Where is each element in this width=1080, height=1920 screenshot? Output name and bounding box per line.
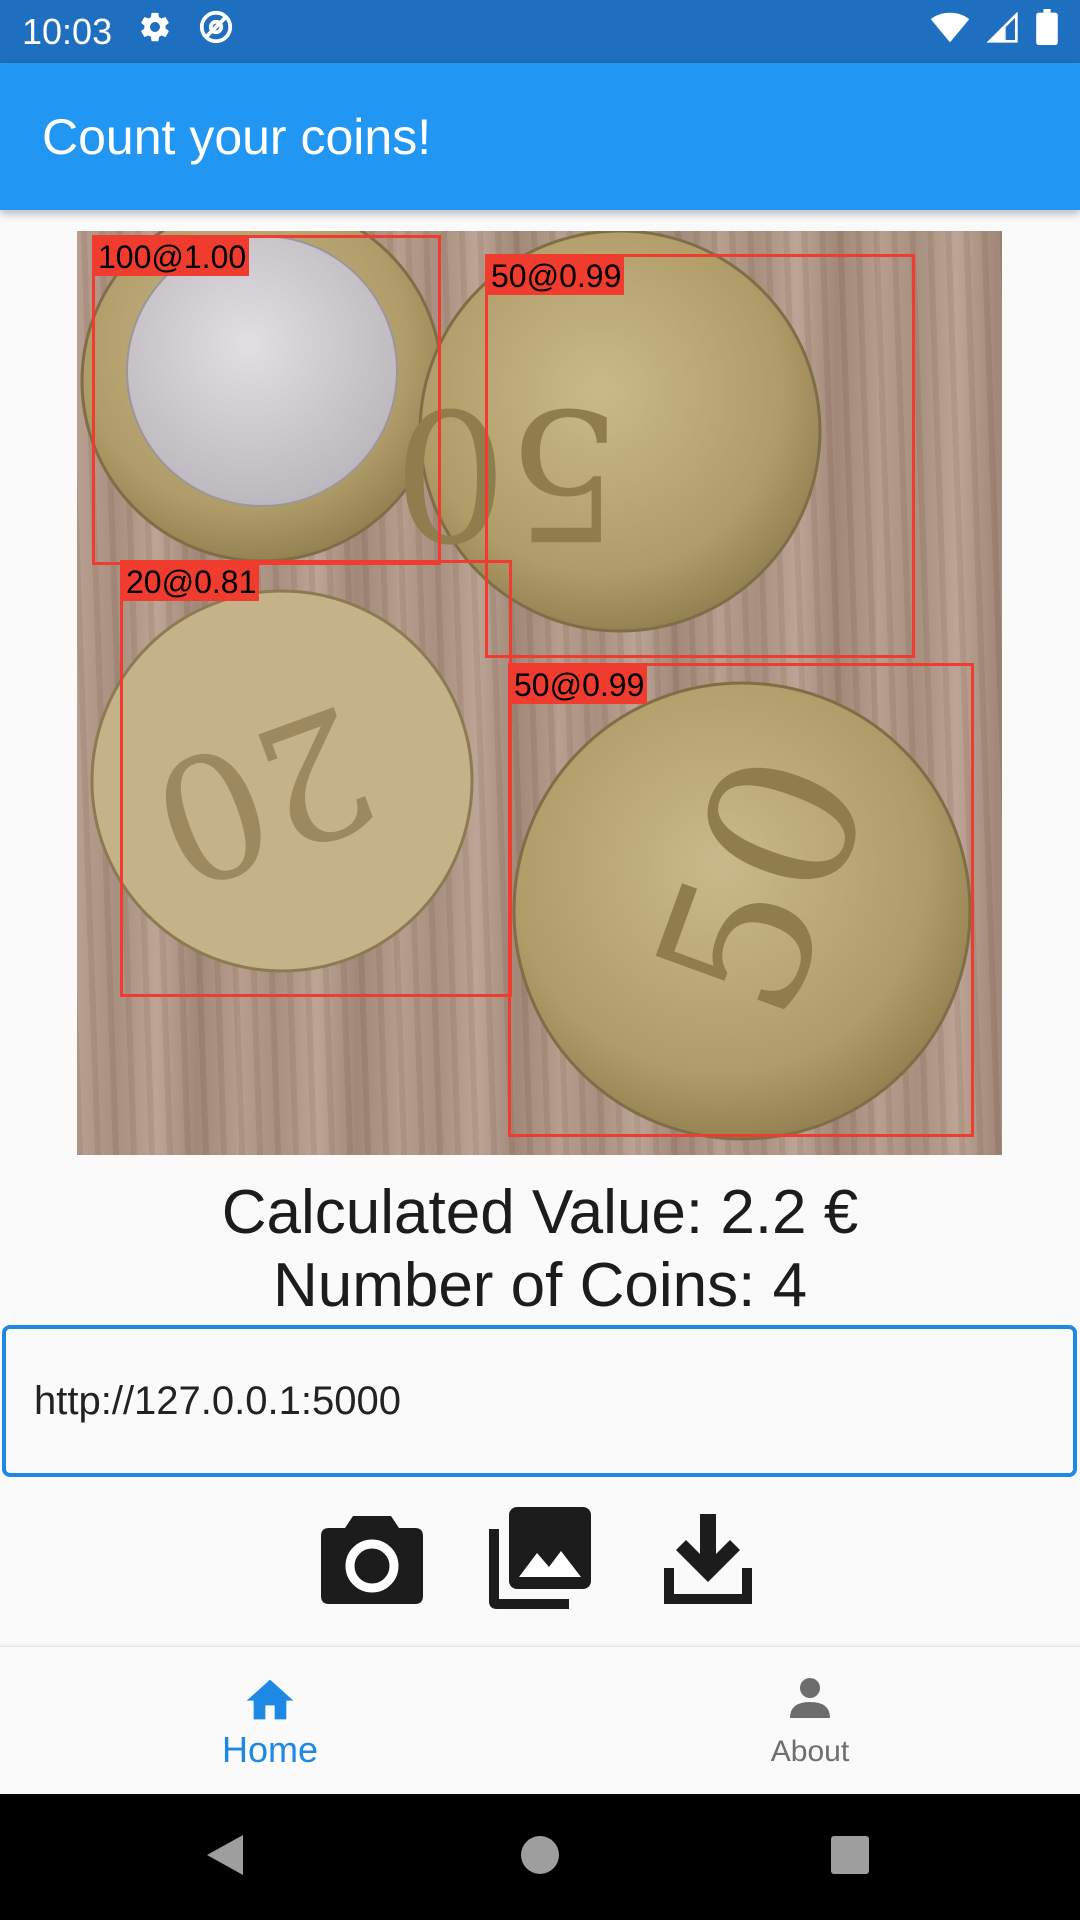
nav-label-about: About: [770, 1734, 850, 1768]
detection-box: 20@0.81: [120, 560, 512, 997]
battery-icon: [1036, 9, 1058, 54]
calculated-value-text: Calculated Value: 2.2 €: [221, 1178, 859, 1247]
camera-button[interactable]: [317, 1505, 427, 1615]
nav-item-home[interactable]: Home: [0, 1647, 540, 1795]
home-icon: [242, 1672, 298, 1725]
nav-item-about[interactable]: About: [540, 1647, 1080, 1795]
download-button[interactable]: [653, 1505, 763, 1615]
gallery-icon: [485, 1503, 595, 1618]
detection-label: 100@1.00: [95, 238, 250, 276]
camera-icon: [317, 1508, 427, 1613]
action-bar: [0, 1505, 1080, 1615]
signal-icon: [986, 10, 1020, 53]
nav-label-home: Home: [221, 1728, 319, 1770]
at-sign-icon: [198, 9, 234, 54]
home-circle-icon: [519, 1834, 561, 1881]
wifi-icon: [930, 11, 970, 53]
gear-icon: [138, 10, 172, 53]
status-right: [930, 9, 1058, 54]
app-title: Count your coins!: [42, 108, 432, 165]
system-home-button[interactable]: [480, 1794, 600, 1920]
status-left: 10:03: [22, 9, 234, 54]
back-icon: [203, 1831, 247, 1884]
server-url-input[interactable]: [2, 1325, 1077, 1477]
coin-photo: 50 20 50 100@1.00 50@0.99 20@0.81 50@0.9…: [77, 231, 1002, 1155]
recents-icon: [830, 1835, 870, 1880]
status-time: 10:03: [22, 10, 113, 52]
system-back-button[interactable]: [165, 1794, 285, 1920]
status-bar: 10:03: [0, 0, 1080, 63]
gallery-button[interactable]: [485, 1505, 595, 1615]
detection-box: 50@0.99: [508, 663, 974, 1137]
detection-box: 50@0.99: [485, 254, 915, 658]
detection-label: 50@0.99: [511, 666, 648, 704]
detection-box: 100@1.00: [92, 235, 441, 565]
detection-label: 50@0.99: [488, 257, 625, 295]
person-icon: [786, 1674, 834, 1727]
download-icon: [658, 1508, 758, 1613]
system-navigation-bar: [0, 1794, 1080, 1920]
app-bar: Count your coins!: [0, 63, 1080, 210]
system-recents-button[interactable]: [790, 1794, 910, 1920]
coin-count-text: Number of Coins: 4: [272, 1251, 808, 1320]
detection-label: 20@0.81: [123, 563, 260, 601]
bottom-navigation: Home About: [0, 1646, 1080, 1794]
